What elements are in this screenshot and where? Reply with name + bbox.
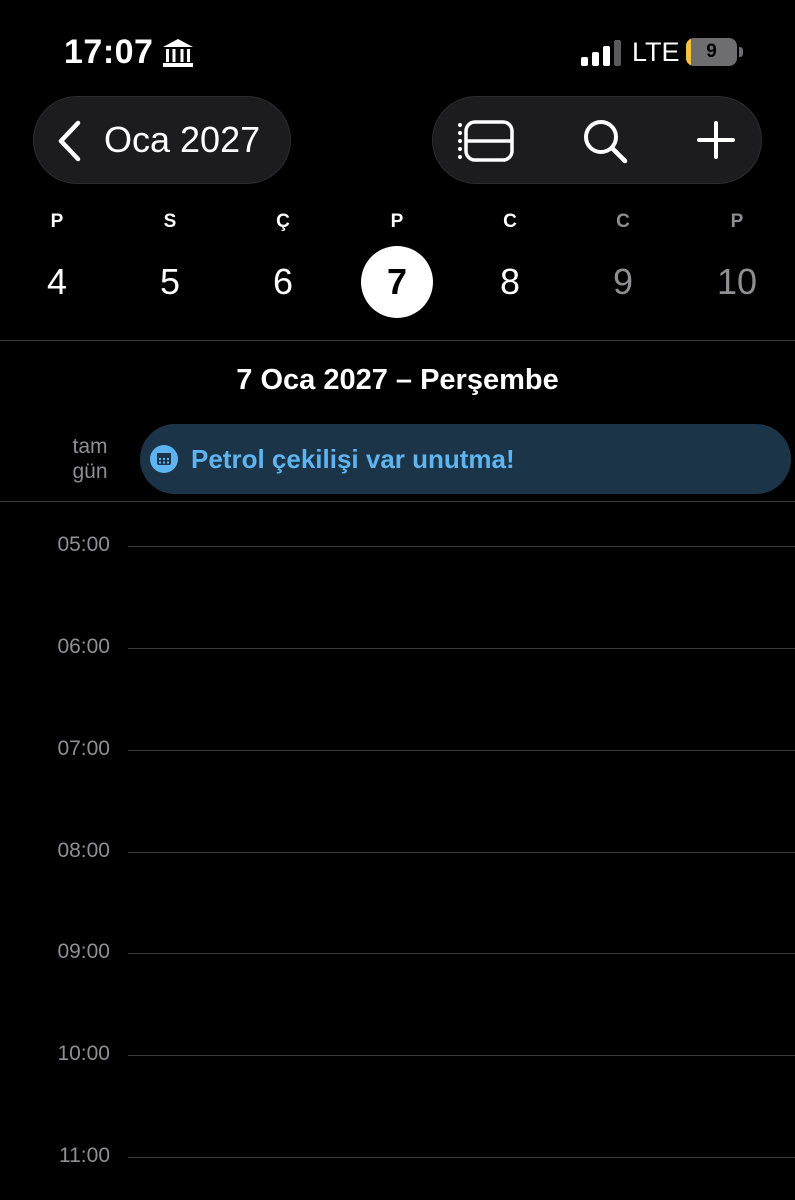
hour-label: 08:00: [57, 839, 110, 862]
hour-line: [128, 852, 795, 853]
calendar-screen: 17:07 LTE 9 Oca 2027 P S Ç P C C P 4 5 6…: [0, 0, 795, 1200]
hour-label: 09:00: [57, 940, 110, 963]
all-day-divider: [0, 501, 795, 502]
all-day-event-title[interactable]: Petrol çekilişi var unutma!: [191, 443, 515, 475]
weekday-label: P: [50, 211, 64, 232]
calendar-icon: [150, 445, 178, 473]
all-day-label: tam gün: [60, 434, 120, 484]
network-type-label: LTE: [632, 37, 680, 67]
hour-line: [128, 750, 795, 751]
month-year-label[interactable]: Oca 2027: [104, 117, 260, 163]
bank-icon: [163, 39, 193, 67]
weekday-label: Ç: [276, 211, 290, 232]
day-5[interactable]: 5: [134, 246, 206, 318]
list-view-button[interactable]: [441, 96, 531, 184]
weekday-label: P: [730, 211, 744, 232]
search-button[interactable]: [560, 96, 650, 184]
hour-label: 10:00: [57, 1042, 110, 1065]
status-bar: 17:07 LTE 9: [0, 0, 795, 96]
day-4[interactable]: 4: [21, 246, 93, 318]
hour-label: 06:00: [57, 635, 110, 658]
day-9[interactable]: 9: [587, 246, 659, 318]
weekday-label: C: [616, 211, 630, 232]
search-icon: [584, 120, 628, 164]
add-icon: [697, 121, 735, 159]
hour-line: [128, 546, 795, 547]
hour-line: [128, 1157, 795, 1158]
cellular-signal-icon: [581, 40, 621, 66]
hour-label: 11:00: [59, 1144, 110, 1167]
add-event-button[interactable]: [670, 96, 760, 184]
hour-label: 05:00: [57, 533, 110, 556]
hour-line: [128, 1055, 795, 1056]
hour-line: [128, 648, 795, 649]
chevron-left-icon[interactable]: [56, 120, 82, 162]
hour-label: 07:00: [57, 737, 110, 760]
status-time: 17:07: [64, 33, 154, 71]
weekday-label: S: [163, 211, 177, 232]
day-7-selected[interactable]: 7: [361, 246, 433, 318]
list-view-icon: [458, 120, 514, 162]
battery-level: 9: [706, 41, 717, 62]
battery-icon: 9: [686, 38, 743, 66]
week-divider: [0, 340, 795, 341]
hour-line: [128, 953, 795, 954]
date-heading: 7 Oca 2027 – Perşembe: [236, 364, 559, 396]
day-10[interactable]: 10: [701, 246, 773, 318]
weekday-label: C: [503, 211, 517, 232]
all-day-label-line: tam: [72, 435, 108, 458]
day-6[interactable]: 6: [247, 246, 319, 318]
all-day-label-line: gün: [72, 460, 108, 483]
day-8[interactable]: 8: [474, 246, 546, 318]
weekday-label: P: [390, 211, 404, 232]
